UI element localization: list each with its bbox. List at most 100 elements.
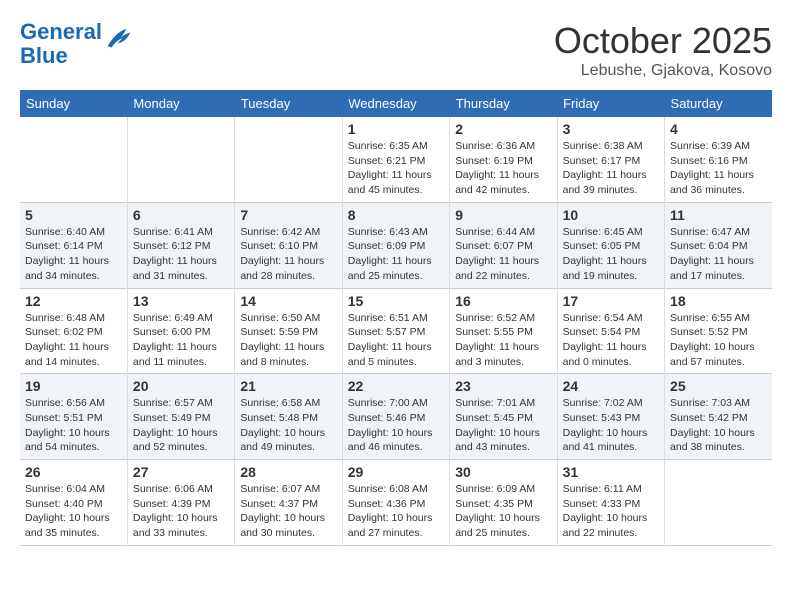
weekday-header: Sunday [20, 90, 127, 117]
calendar-cell: 31 Sunrise: 6:11 AM Sunset: 4:33 PM Dayli… [557, 460, 664, 546]
day-info: Sunrise: 6:40 AM Sunset: 6:14 PM Dayligh… [25, 225, 122, 284]
calendar-cell: 1 Sunrise: 6:35 AM Sunset: 6:21 PM Daylig… [342, 117, 449, 202]
calendar-cell: 11Sunrise: 6:47 AM Sunset: 6:04 PM Dayli… [665, 202, 772, 288]
day-info: Sunrise: 6:39 AM Sunset: 6:16 PM Dayligh… [670, 139, 767, 198]
logo-text: General Blue [20, 20, 102, 68]
day-info: Sunrise: 6:55 AM Sunset: 5:52 PM Dayligh… [670, 311, 767, 370]
calendar-cell: 2 Sunrise: 6:36 AM Sunset: 6:19 PM Daylig… [450, 117, 557, 202]
day-number: 14 [240, 293, 336, 309]
day-number: 21 [240, 378, 336, 394]
day-number: 10 [563, 207, 659, 223]
calendar-week-row: 19 Sunrise: 6:56 AM Sunset: 5:51 PM Dayli… [20, 374, 772, 460]
calendar-cell: 19 Sunrise: 6:56 AM Sunset: 5:51 PM Dayli… [20, 374, 127, 460]
day-number: 1 [348, 121, 444, 137]
calendar-cell: 15 Sunrise: 6:51 AM Sunset: 5:57 PM Dayli… [342, 288, 449, 374]
logo-bird-icon [104, 25, 134, 55]
day-number: 2 [455, 121, 551, 137]
calendar-cell: 24Sunrise: 7:02 AM Sunset: 5:43 PM Dayli… [557, 374, 664, 460]
day-number: 31 [563, 464, 659, 480]
weekday-header: Monday [127, 90, 234, 117]
day-number: 11 [670, 207, 767, 223]
day-info: Sunrise: 6:08 AM Sunset: 4:36 PM Dayligh… [348, 482, 444, 541]
calendar-cell: 9 Sunrise: 6:44 AM Sunset: 6:07 PM Daylig… [450, 202, 557, 288]
calendar-cell: 10 Sunrise: 6:45 AM Sunset: 6:05 PM Dayli… [557, 202, 664, 288]
calendar-cell: 25 Sunrise: 7:03 AM Sunset: 5:42 PM Dayli… [665, 374, 772, 460]
day-info: Sunrise: 7:01 AM Sunset: 5:45 PM Dayligh… [455, 396, 551, 455]
day-info: Sunrise: 6:52 AM Sunset: 5:55 PM Dayligh… [455, 311, 551, 370]
weekday-header: Wednesday [342, 90, 449, 117]
day-info: Sunrise: 6:48 AM Sunset: 6:02 PM Dayligh… [25, 311, 122, 370]
calendar-week-row: 5 Sunrise: 6:40 AM Sunset: 6:14 PM Daylig… [20, 202, 772, 288]
month-title: October 2025 [554, 20, 772, 62]
day-info: Sunrise: 6:42 AM Sunset: 6:10 PM Dayligh… [240, 225, 336, 284]
day-info: Sunrise: 6:41 AM Sunset: 6:12 PM Dayligh… [133, 225, 229, 284]
calendar-cell: 6 Sunrise: 6:41 AM Sunset: 6:12 PM Daylig… [127, 202, 234, 288]
page-header: General Blue October 2025 Lebushe, Gjako… [20, 20, 772, 80]
day-number: 8 [348, 207, 444, 223]
calendar-cell: 22 Sunrise: 7:00 AM Sunset: 5:46 PM Dayli… [342, 374, 449, 460]
calendar-week-row: 12 Sunrise: 6:48 AM Sunset: 6:02 PM Dayli… [20, 288, 772, 374]
calendar-cell: 3 Sunrise: 6:38 AM Sunset: 6:17 PM Daylig… [557, 117, 664, 202]
day-number: 9 [455, 207, 551, 223]
day-info: Sunrise: 6:57 AM Sunset: 5:49 PM Dayligh… [133, 396, 229, 455]
calendar-cell: 5 Sunrise: 6:40 AM Sunset: 6:14 PM Daylig… [20, 202, 127, 288]
calendar-cell: 23 Sunrise: 7:01 AM Sunset: 5:45 PM Dayli… [450, 374, 557, 460]
calendar-cell: 17 Sunrise: 6:54 AM Sunset: 5:54 PM Dayli… [557, 288, 664, 374]
day-info: Sunrise: 6:38 AM Sunset: 6:17 PM Dayligh… [563, 139, 659, 198]
calendar-cell: 20 Sunrise: 6:57 AM Sunset: 5:49 PM Dayli… [127, 374, 234, 460]
day-number: 13 [133, 293, 229, 309]
day-info: Sunrise: 6:35 AM Sunset: 6:21 PM Dayligh… [348, 139, 444, 198]
day-number: 18 [670, 293, 767, 309]
calendar-week-row: 26 Sunrise: 6:04 AM Sunset: 4:40 PM Dayli… [20, 460, 772, 546]
day-number: 28 [240, 464, 336, 480]
day-info: Sunrise: 6:49 AM Sunset: 6:00 PM Dayligh… [133, 311, 229, 370]
calendar-cell [235, 117, 342, 202]
calendar-cell: 4 Sunrise: 6:39 AM Sunset: 6:16 PM Daylig… [665, 117, 772, 202]
day-number: 29 [348, 464, 444, 480]
day-number: 26 [25, 464, 122, 480]
day-number: 30 [455, 464, 551, 480]
day-number: 12 [25, 293, 122, 309]
day-info: Sunrise: 6:36 AM Sunset: 6:19 PM Dayligh… [455, 139, 551, 198]
calendar-week-row: 1 Sunrise: 6:35 AM Sunset: 6:21 PM Daylig… [20, 117, 772, 202]
day-info: Sunrise: 6:50 AM Sunset: 5:59 PM Dayligh… [240, 311, 336, 370]
day-info: Sunrise: 6:58 AM Sunset: 5:48 PM Dayligh… [240, 396, 336, 455]
day-number: 3 [563, 121, 659, 137]
day-info: Sunrise: 6:11 AM Sunset: 4:33 PM Dayligh… [563, 482, 659, 541]
day-number: 22 [348, 378, 444, 394]
day-info: Sunrise: 6:54 AM Sunset: 5:54 PM Dayligh… [563, 311, 659, 370]
day-number: 4 [670, 121, 767, 137]
day-number: 27 [133, 464, 229, 480]
day-info: Sunrise: 6:51 AM Sunset: 5:57 PM Dayligh… [348, 311, 444, 370]
logo: General Blue [20, 20, 134, 68]
day-number: 20 [133, 378, 229, 394]
calendar-cell: 12 Sunrise: 6:48 AM Sunset: 6:02 PM Dayli… [20, 288, 127, 374]
calendar-cell: 18 Sunrise: 6:55 AM Sunset: 5:52 PM Dayli… [665, 288, 772, 374]
day-info: Sunrise: 6:45 AM Sunset: 6:05 PM Dayligh… [563, 225, 659, 284]
calendar-cell: 7 Sunrise: 6:42 AM Sunset: 6:10 PM Daylig… [235, 202, 342, 288]
title-block: October 2025 Lebushe, Gjakova, Kosovo [554, 20, 772, 80]
day-info: Sunrise: 7:00 AM Sunset: 5:46 PM Dayligh… [348, 396, 444, 455]
day-info: Sunrise: 6:56 AM Sunset: 5:51 PM Dayligh… [25, 396, 122, 455]
day-number: 23 [455, 378, 551, 394]
day-info: Sunrise: 6:04 AM Sunset: 4:40 PM Dayligh… [25, 482, 122, 541]
day-number: 19 [25, 378, 122, 394]
day-number: 5 [25, 207, 122, 223]
day-info: Sunrise: 7:03 AM Sunset: 5:42 PM Dayligh… [670, 396, 767, 455]
calendar-cell [20, 117, 127, 202]
calendar-cell: 13 Sunrise: 6:49 AM Sunset: 6:00 PM Dayli… [127, 288, 234, 374]
calendar-cell [127, 117, 234, 202]
day-number: 15 [348, 293, 444, 309]
day-info: Sunrise: 6:43 AM Sunset: 6:09 PM Dayligh… [348, 225, 444, 284]
weekday-header: Thursday [450, 90, 557, 117]
calendar-cell: 16Sunrise: 6:52 AM Sunset: 5:55 PM Dayli… [450, 288, 557, 374]
day-number: 6 [133, 207, 229, 223]
calendar-cell: 14 Sunrise: 6:50 AM Sunset: 5:59 PM Dayli… [235, 288, 342, 374]
day-number: 7 [240, 207, 336, 223]
calendar-cell: 29 Sunrise: 6:08 AM Sunset: 4:36 PM Dayli… [342, 460, 449, 546]
day-info: Sunrise: 6:09 AM Sunset: 4:35 PM Dayligh… [455, 482, 551, 541]
day-number: 17 [563, 293, 659, 309]
day-number: 25 [670, 378, 767, 394]
weekday-header-row: SundayMondayTuesdayWednesdayThursdayFrid… [20, 90, 772, 117]
day-info: Sunrise: 6:44 AM Sunset: 6:07 PM Dayligh… [455, 225, 551, 284]
